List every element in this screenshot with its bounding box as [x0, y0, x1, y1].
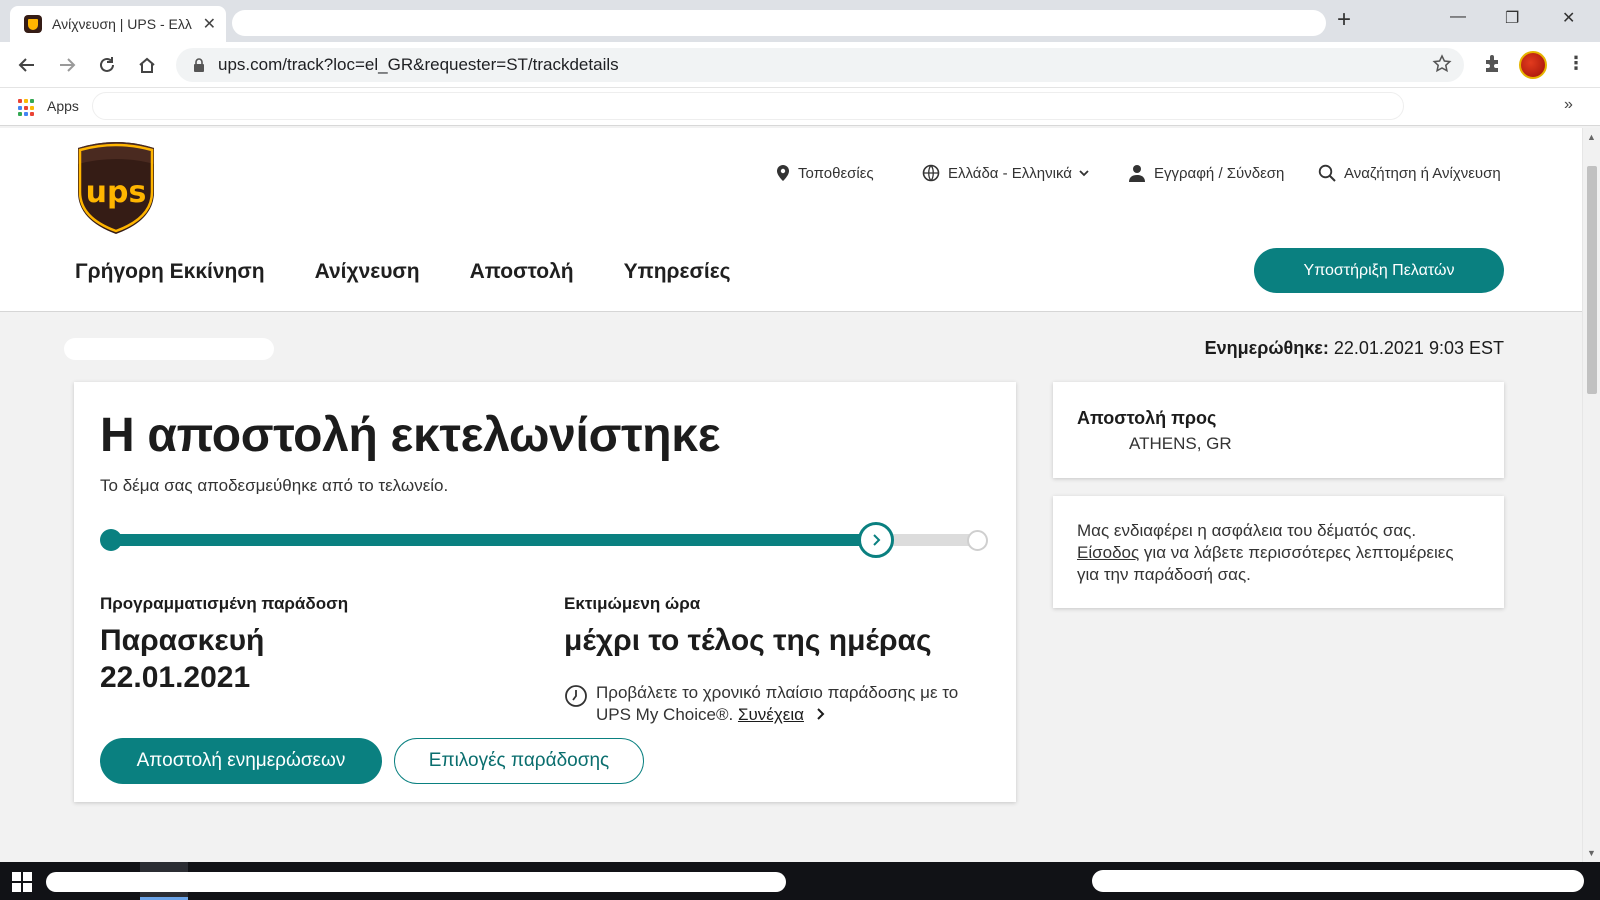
nav-tracking[interactable]: Ανίχνευση: [315, 260, 420, 284]
profile-avatar[interactable]: [1519, 51, 1547, 79]
forward-icon[interactable]: [54, 52, 80, 78]
language-selector[interactable]: Ελλάδα - Ελληνικά: [922, 164, 1090, 182]
nav-shipping[interactable]: Αποστολή: [470, 260, 574, 284]
windows-start-icon[interactable]: [12, 872, 32, 892]
svg-text:ups: ups: [86, 175, 147, 210]
nav-services[interactable]: Υπηρεσίες: [624, 260, 731, 284]
user-icon: [1129, 165, 1145, 182]
redaction: [64, 338, 274, 360]
progress-bar: [100, 522, 988, 558]
ups-favicon-icon: [24, 15, 42, 33]
tab-close-icon[interactable]: ✕: [203, 14, 216, 34]
login-link[interactable]: Εγγραφή / Σύνδεση: [1128, 164, 1284, 182]
apps-icon[interactable]: [18, 99, 36, 117]
progress-fill: [110, 534, 876, 546]
search-label: Αναζήτηση ή Ανίχνευση: [1344, 164, 1501, 182]
ship-to-value: ATHENS, GR: [1129, 434, 1232, 453]
mychoice-continue-link[interactable]: Συνέχεια: [738, 705, 804, 724]
browser-menu-icon[interactable]: ⋮: [1567, 54, 1585, 72]
security-text: Μας ενδιαφέρει η ασφάλεια του δέματός σα…: [1077, 520, 1477, 586]
last-updated: Ενημερώθηκε: 22.01.2021 9:03 EST: [1205, 338, 1504, 359]
language-label: Ελλάδα - Ελληνικά: [948, 164, 1072, 182]
page-viewport: ups Τοποθεσίες Ελλάδα - Ελληνικά Εγγραφή…: [0, 128, 1582, 862]
scroll-down-icon[interactable]: ▼: [1587, 848, 1596, 858]
chevron-down-icon: [1079, 170, 1089, 177]
lock-icon: [190, 56, 208, 74]
location-pin-icon: [777, 165, 789, 181]
chevron-right-icon: [816, 708, 825, 720]
security-card: Μας ενδιαφέρει η ασφάλεια του δέματός σα…: [1053, 496, 1504, 608]
estimated-time-label: Εκτιμώμενη ώρα: [564, 594, 701, 613]
windows-taskbar: [0, 862, 1600, 900]
main-nav: Γρήγορη Εκκίνηση Ανίχνευση Αποστολή Υπηρ…: [75, 260, 731, 284]
chevron-right-icon: [872, 534, 881, 546]
site-header: ups Τοποθεσίες Ελλάδα - Ελληνικά Εγγραφή…: [0, 128, 1582, 312]
status-title: Η αποστολή εκτελωνίστηκε: [100, 409, 721, 462]
locations-link[interactable]: Τοποθεσίες: [776, 164, 874, 182]
security-login-link[interactable]: Είσοδος: [1077, 543, 1139, 562]
reload-icon[interactable]: [94, 52, 120, 78]
send-updates-button[interactable]: Αποστολή ενημερώσεων: [100, 738, 382, 784]
browser-tabstrip: Ανίχνευση | UPS - Ελλάδα ✕ + — ❐ ✕: [0, 0, 1600, 42]
scroll-thumb[interactable]: [1587, 166, 1597, 394]
login-label: Εγγραφή / Σύνδεση: [1154, 164, 1285, 182]
redaction: [46, 872, 786, 892]
scheduled-delivery-label: Προγραμματισμένη παράδοση: [100, 594, 349, 613]
ship-to-card: Αποστολή προς ATHENS, GR: [1053, 382, 1504, 478]
search-icon: [1318, 164, 1336, 182]
security-line1: Μας ενδιαφέρει η ασφάλεια του δέματός σα…: [1077, 521, 1417, 540]
apps-bookmark[interactable]: Apps: [47, 98, 79, 114]
restore-icon[interactable]: ❐: [1505, 8, 1519, 28]
home-icon[interactable]: [134, 52, 160, 78]
search-link[interactable]: Αναζήτηση ή Ανίχνευση: [1318, 164, 1501, 182]
extensions-icon[interactable]: [1482, 52, 1504, 79]
new-tab-button[interactable]: +: [1337, 8, 1351, 32]
progress-current-marker: [857, 522, 894, 558]
ups-logo[interactable]: ups: [74, 140, 158, 236]
scheduled-date: 22.01.2021: [100, 661, 251, 694]
nav-quick-start[interactable]: Γρήγορη Εκκίνηση: [75, 260, 265, 284]
mychoice-note: Προβάλετε το χρονικό πλαίσιο παράδοσης μ…: [564, 682, 976, 726]
bookmarks-more-button[interactable]: »: [1564, 96, 1573, 114]
scheduled-day: Παρασκευή: [100, 624, 265, 657]
redaction: [232, 10, 1326, 36]
bookmarks-bar: Apps »: [0, 88, 1600, 126]
browser-tab[interactable]: Ανίχνευση | UPS - Ελλάδα ✕: [10, 6, 226, 42]
page-scrollbar[interactable]: ▲ ▼: [1582, 128, 1600, 862]
bookmark-star-icon[interactable]: [1432, 54, 1452, 79]
updated-value: 22.01.2021 9:03 EST: [1333, 338, 1504, 358]
redaction: [1092, 870, 1584, 892]
back-icon[interactable]: [14, 52, 40, 78]
progress-start-dot: [100, 529, 122, 551]
ship-to-label: Αποστολή προς: [1077, 408, 1217, 428]
delivery-options-button[interactable]: Επιλογές παράδοσης: [394, 738, 644, 784]
window-close-icon[interactable]: ✕: [1562, 8, 1575, 28]
progress-end-dot: [967, 530, 988, 551]
address-bar[interactable]: ups.com/track?loc=el_GR&requester=ST/tra…: [176, 48, 1464, 82]
globe-icon: [922, 164, 940, 182]
customer-support-button[interactable]: Υποστήριξη Πελατών: [1254, 248, 1504, 293]
tracking-status-card: Η αποστολή εκτελωνίστηκε Το δέμα σας απο…: [74, 382, 1016, 802]
url-text: ups.com/track?loc=el_GR&requester=ST/tra…: [218, 55, 619, 74]
status-subtitle: Το δέμα σας αποδεσμεύθηκε από το τελωνεί…: [100, 476, 449, 495]
minimize-icon[interactable]: —: [1450, 8, 1466, 26]
scroll-up-icon[interactable]: ▲: [1587, 132, 1596, 142]
redaction: [92, 92, 1404, 120]
clock-icon: [565, 685, 587, 707]
updated-label: Ενημερώθηκε:: [1204, 338, 1329, 358]
tab-title: Ανίχνευση | UPS - Ελλάδα: [52, 16, 192, 32]
estimated-time-value: μέχρι το τέλος της ημέρας: [564, 624, 932, 657]
browser-toolbar: ups.com/track?loc=el_GR&requester=ST/tra…: [0, 42, 1600, 88]
locations-label: Τοποθεσίες: [798, 164, 874, 182]
